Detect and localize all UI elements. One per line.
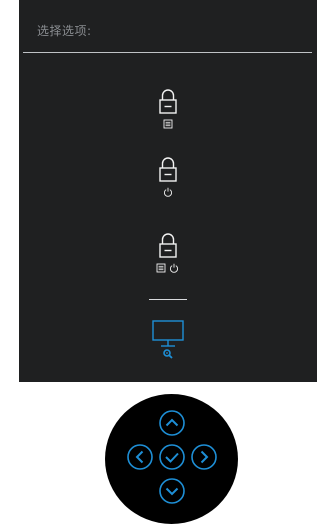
section-divider [149, 299, 187, 300]
joystick-right-button[interactable] [191, 444, 217, 470]
option-lock-menu-buttons[interactable] [19, 88, 317, 129]
joystick-ok-button[interactable] [159, 444, 185, 470]
option-lock-menu-and-power-buttons[interactable] [19, 232, 317, 273]
joystick-left-button[interactable] [127, 444, 153, 470]
monitor-diagnostics-icon [152, 320, 184, 359]
menu-power-icon [156, 263, 178, 273]
chevron-left-icon [135, 450, 144, 464]
lock-icon [159, 233, 177, 258]
joystick-up-button[interactable] [159, 410, 185, 436]
chevron-up-icon [165, 418, 179, 427]
lock-icon [159, 89, 177, 114]
checkmark-icon [165, 452, 179, 463]
chevron-down-icon [165, 487, 179, 496]
joystick-down-button[interactable] [159, 478, 185, 504]
osd-lock-menu-panel: 选择选项: [19, 0, 317, 382]
power-icon [164, 187, 172, 197]
lock-icon [159, 157, 177, 182]
joystick-controller[interactable] [105, 394, 238, 524]
osd-title: 选择选项: [37, 24, 92, 38]
screen: 选择选项: [0, 0, 321, 524]
option-lock-power-button[interactable] [19, 156, 317, 197]
title-divider [23, 52, 312, 53]
menu-icon [163, 119, 173, 129]
chevron-right-icon [200, 450, 209, 464]
option-monitor-diagnostics[interactable] [151, 319, 185, 371]
